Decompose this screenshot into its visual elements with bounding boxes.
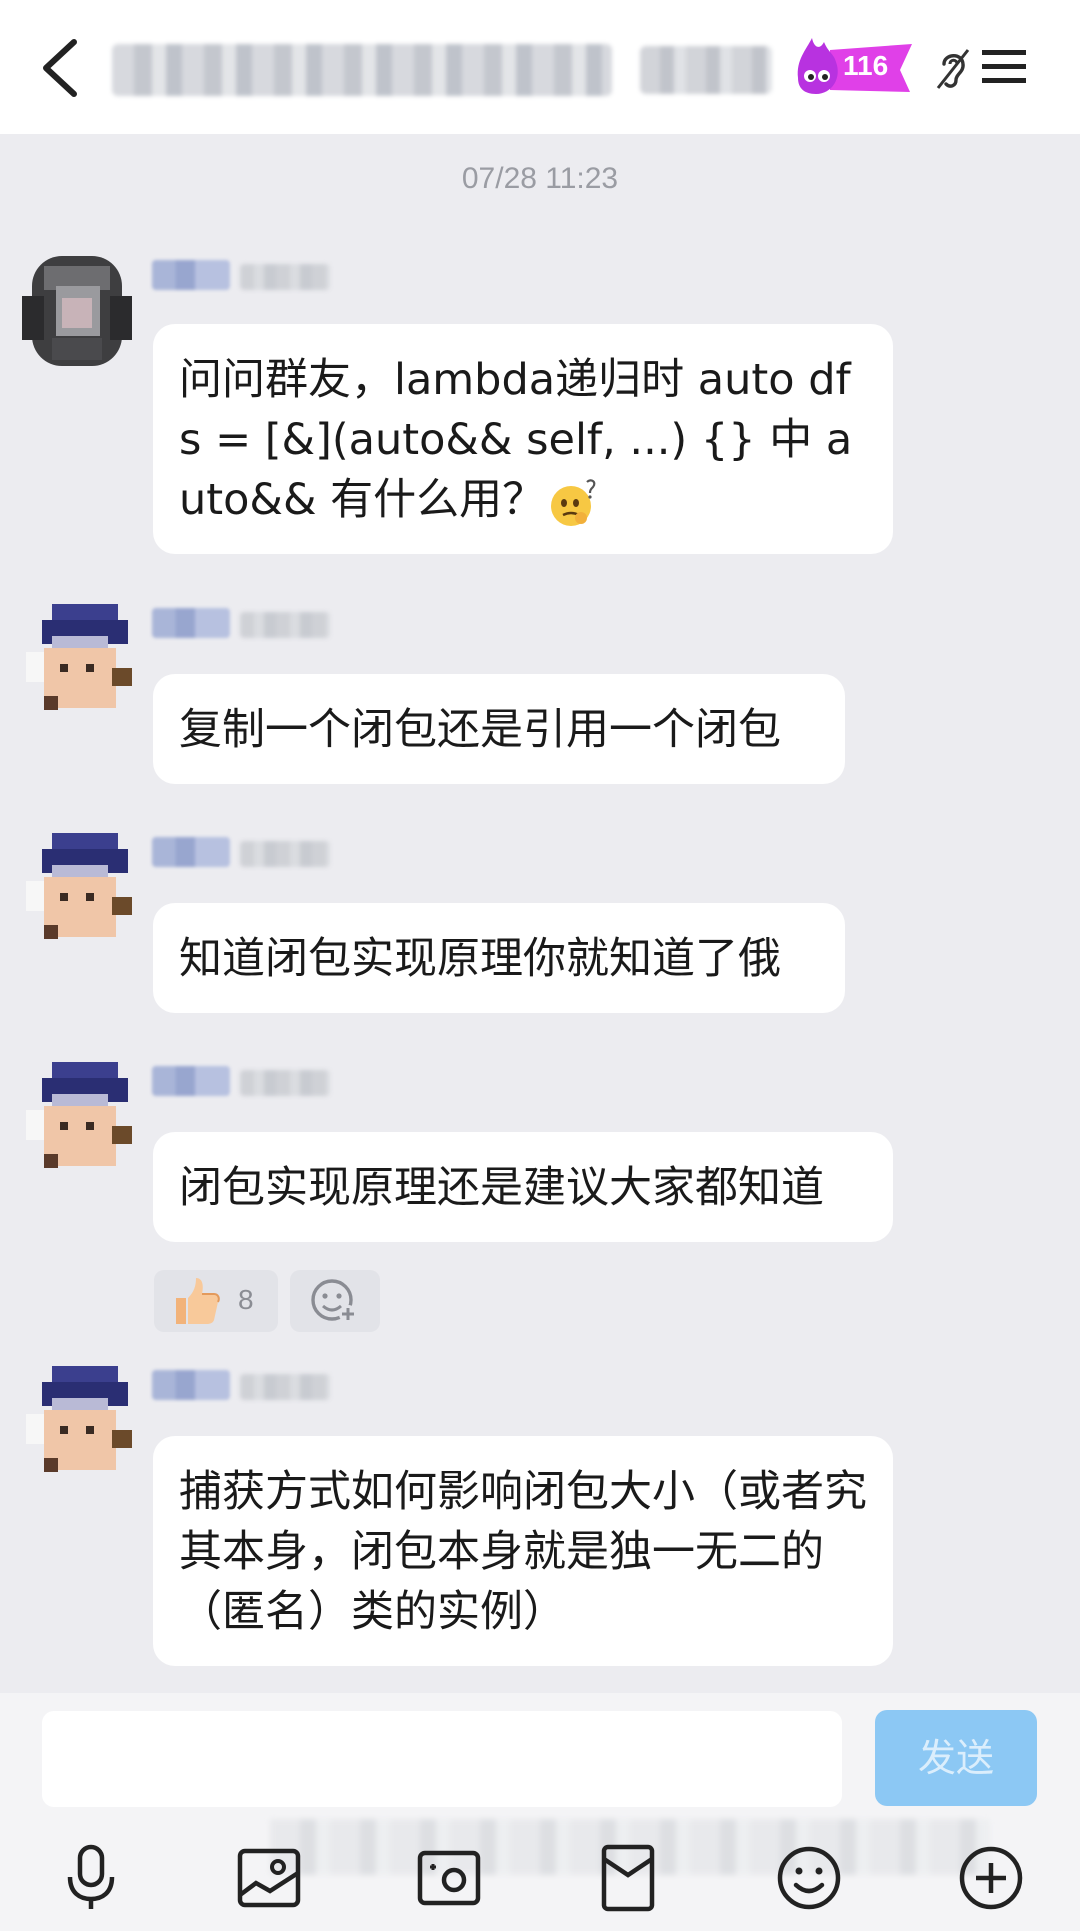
message-text: 捕获方式如何影响闭包大小（或者究其本身，闭包本身就是独一无二的（匿名）类的实例） bbox=[179, 1467, 867, 1637]
message-input[interactable] bbox=[42, 1711, 842, 1807]
message-bubble[interactable]: 知道闭包实现原理你就知道了俄 bbox=[153, 903, 845, 1013]
add-reaction-icon bbox=[311, 1279, 357, 1323]
send-button[interactable]: 发送 bbox=[875, 1710, 1037, 1806]
member-title-badge bbox=[152, 260, 230, 290]
red-packet-icon[interactable] bbox=[594, 1843, 664, 1913]
back-icon[interactable] bbox=[34, 36, 94, 100]
nickname-redacted bbox=[240, 1070, 330, 1096]
nickname-redacted bbox=[240, 1374, 330, 1400]
message-text: 问问群友，lambda递归时 auto dfs = [&](auto&& sel… bbox=[179, 355, 853, 525]
microphone-icon[interactable] bbox=[56, 1843, 126, 1913]
thumbs-up-icon bbox=[176, 1278, 220, 1324]
message-timestamp: 07/28 11:23 bbox=[461, 162, 619, 195]
member-count-redacted bbox=[640, 46, 772, 94]
nickname-redacted bbox=[240, 841, 330, 867]
message-bubble[interactable]: 捕获方式如何影响闭包大小（或者究其本身，闭包本身就是独一无二的（匿名）类的实例） bbox=[153, 1436, 893, 1666]
emoji-icon[interactable] bbox=[774, 1843, 844, 1913]
ear-icon[interactable] bbox=[936, 46, 970, 90]
reaction-count: 8 bbox=[238, 1284, 254, 1315]
member-title-badge bbox=[152, 608, 230, 638]
plus-icon[interactable] bbox=[956, 1843, 1026, 1913]
menu-icon[interactable] bbox=[980, 44, 1028, 88]
avatar[interactable] bbox=[22, 833, 132, 943]
message-text: 知道闭包实现原理你就知道了俄 bbox=[179, 934, 781, 984]
sender-name-redacted bbox=[152, 837, 332, 869]
message-text: 复制一个闭包还是引用一个闭包 bbox=[179, 705, 781, 755]
sender-name-redacted bbox=[152, 260, 332, 292]
message-text: 闭包实现原理还是建议大家都知道 bbox=[179, 1163, 824, 1213]
fire-count: 116 bbox=[843, 50, 889, 81]
message-bubble[interactable]: 问问群友，lambda递归时 auto dfs = [&](auto&& sel… bbox=[153, 324, 893, 554]
nickname-redacted bbox=[240, 264, 330, 290]
thinking-emoji-icon bbox=[551, 478, 596, 526]
sender-name-redacted bbox=[152, 1370, 332, 1402]
avatar[interactable] bbox=[22, 1366, 132, 1476]
nickname-redacted bbox=[240, 612, 330, 638]
camera-icon[interactable] bbox=[414, 1843, 484, 1913]
avatar[interactable] bbox=[22, 604, 132, 714]
member-title-badge bbox=[152, 1370, 230, 1400]
sender-name-redacted bbox=[152, 1066, 332, 1098]
image-icon[interactable] bbox=[234, 1843, 304, 1913]
message-bubble[interactable]: 复制一个闭包还是引用一个闭包 bbox=[153, 674, 845, 784]
avatar[interactable] bbox=[22, 1062, 132, 1172]
sender-name-redacted bbox=[152, 608, 332, 640]
composer-area: 发送 bbox=[0, 1693, 1080, 1931]
add-reaction-button[interactable] bbox=[290, 1270, 380, 1332]
group-name-redacted[interactable] bbox=[112, 44, 612, 96]
message-bubble[interactable]: 闭包实现原理还是建议大家都知道 bbox=[153, 1132, 893, 1242]
member-title-badge bbox=[152, 837, 230, 867]
title-bar: 116 bbox=[0, 0, 1080, 134]
avatar[interactable] bbox=[22, 256, 132, 366]
member-title-badge bbox=[152, 1066, 230, 1096]
thumbs-up-reaction[interactable]: 8 bbox=[154, 1270, 278, 1332]
